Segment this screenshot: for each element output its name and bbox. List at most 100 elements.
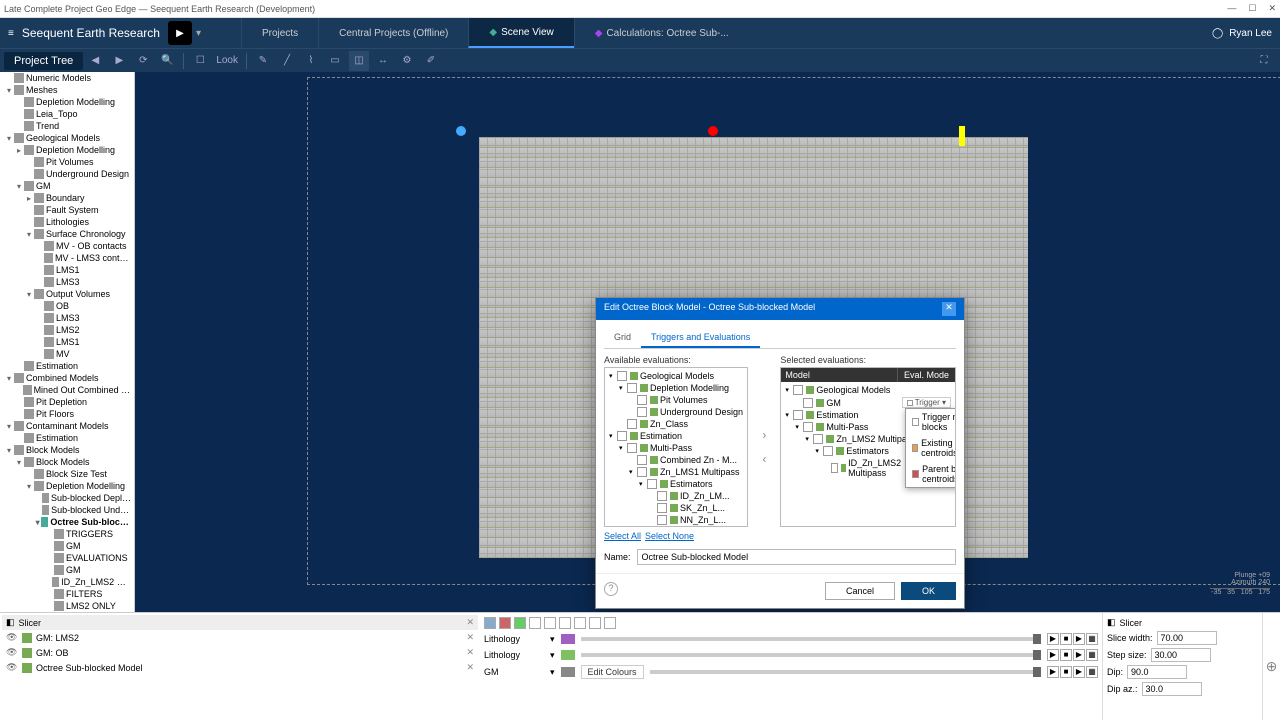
tree-item[interactable]: ▾Geological Models (0, 132, 134, 144)
dd-existing[interactable]: Existing sub-block centroids (906, 435, 956, 461)
mode-6-icon[interactable] (559, 617, 571, 629)
maximize-icon[interactable]: ☐ (1248, 3, 1256, 14)
avail-item[interactable]: ▾Multi-Pass (607, 442, 745, 454)
tree-item[interactable]: ▸Boundary (0, 192, 134, 204)
help-icon[interactable]: ? (604, 582, 618, 596)
tree-item[interactable]: Sub-blocked Undergroun... (0, 504, 134, 516)
tree-item[interactable]: Pit Volumes (0, 156, 134, 168)
select-none-link[interactable]: Select None (645, 531, 694, 541)
tree-item[interactable]: Trend (0, 120, 134, 132)
expand-icon[interactable]: ⛶ (1254, 51, 1274, 71)
opacity-slider[interactable] (581, 637, 1041, 641)
mode-5-icon[interactable] (544, 617, 556, 629)
user-menu[interactable]: ◯ Ryan Lee (1212, 28, 1272, 39)
step-input[interactable] (1151, 648, 1211, 662)
scene-object-row[interactable]: 👁GM: LMS2✕ (2, 630, 478, 645)
line-icon[interactable]: ╱ (277, 51, 297, 71)
tab-central[interactable]: Central Projects (Offline) (318, 18, 468, 48)
avail-item[interactable]: ▾Estimators (607, 478, 745, 490)
tree-item[interactable]: ▸Depletion Modelling (0, 144, 134, 156)
tree-item[interactable]: LMS2 (0, 324, 134, 336)
visibility-icon[interactable]: 👁 (6, 647, 18, 658)
dropdown-icon[interactable]: ▾ (550, 634, 555, 645)
tree-item[interactable]: Sub-blocked Depletion M... (0, 492, 134, 504)
search-icon[interactable]: 🔍 (157, 51, 177, 71)
box-icon[interactable]: ☐ (190, 51, 210, 71)
dropdown-icon[interactable]: ▾ (550, 667, 555, 678)
tab-triggers[interactable]: Triggers and Evaluations (641, 328, 760, 348)
colour-swatch[interactable] (561, 667, 575, 677)
cancel-button[interactable]: Cancel (825, 582, 895, 600)
eval-mode-badge[interactable]: Trigger ▾ (902, 397, 951, 408)
grid-icon[interactable]: ▦ (1086, 633, 1098, 645)
tree-item[interactable]: ▾Block Models (0, 456, 134, 468)
mode-1-icon[interactable] (484, 617, 496, 629)
avail-item[interactable]: Combined Zn - M... (607, 454, 745, 466)
project-tree-toggle[interactable]: Project Tree (4, 52, 83, 70)
avail-item[interactable]: ▾Depletion Modelling (607, 382, 745, 394)
tree-item[interactable]: ▾Output Volumes (0, 288, 134, 300)
axis-blue-handle[interactable] (456, 126, 466, 136)
rect-icon[interactable]: ▭ (325, 51, 345, 71)
avail-item[interactable]: NN_Zn_L... (607, 514, 745, 526)
tree-item[interactable]: LMS3 (0, 276, 134, 288)
tree-item[interactable]: MV - OB contacts (0, 240, 134, 252)
tree-item[interactable]: ▾GM (0, 180, 134, 192)
3d-viewport[interactable]: Plunge +09 Azimuth 240 -35 35 105 175 Ed… (135, 72, 1280, 612)
play-icon[interactable]: ▶ (1047, 633, 1059, 645)
move-left-icon[interactable]: ‹ (756, 452, 772, 468)
tree-item[interactable]: MV (0, 348, 134, 360)
tab-scene-view[interactable]: ◆Scene View (468, 18, 573, 48)
opacity-slider[interactable] (581, 653, 1041, 657)
dropdown-icon[interactable]: ▾ (550, 650, 555, 661)
mode-8-icon[interactable] (589, 617, 601, 629)
tree-item[interactable]: Pit Depletion (0, 396, 134, 408)
tab-calculations[interactable]: ◆Calculations: Octree Sub-... (574, 18, 749, 48)
axis-yellow-handle[interactable] (959, 126, 965, 146)
avail-item[interactable]: ▾Geological Models (607, 370, 745, 382)
next-icon[interactable]: ▶ (1073, 649, 1085, 661)
dd-trigger-new[interactable]: Trigger new sub-blocks (906, 409, 956, 435)
tree-item[interactable]: LMS2 ONLY (0, 600, 134, 612)
tree-item[interactable]: Estimation (0, 360, 134, 372)
next-icon[interactable]: ▶ (1073, 666, 1085, 678)
tree-item[interactable]: ▾Meshes (0, 84, 134, 96)
tree-item[interactable]: GM (0, 564, 134, 576)
close-icon[interactable]: ✕ (1268, 3, 1276, 14)
mode-3-icon[interactable] (514, 617, 526, 629)
remove-icon[interactable]: ✕ (466, 617, 474, 628)
tree-item[interactable]: Numeric Models (0, 72, 134, 84)
avail-item[interactable]: Zn_Class (607, 418, 745, 430)
remove-icon[interactable]: ✕ (466, 662, 474, 673)
avail-item[interactable]: ▾Zn_LMS1 Multipass (607, 466, 745, 478)
select-icon[interactable]: ◫ (349, 51, 369, 71)
axis-red-handle[interactable] (708, 126, 718, 136)
refresh-icon[interactable]: ⟳ (133, 51, 153, 71)
play-icon[interactable]: ▶ (1047, 649, 1059, 661)
tree-item[interactable]: LMS1 (0, 264, 134, 276)
avail-item[interactable]: ▾Estimation (607, 430, 745, 442)
dipaz-input[interactable] (1142, 682, 1202, 696)
add-panel-icon[interactable]: ⊕ (1262, 613, 1280, 720)
avail-item[interactable]: Underground Design (607, 406, 745, 418)
menu-icon[interactable]: ≡ (8, 28, 14, 39)
stop-icon[interactable]: ■ (1060, 649, 1072, 661)
tree-item[interactable]: ▾Block Models (0, 444, 134, 456)
tree-item[interactable]: Pit Floors (0, 408, 134, 420)
avail-item[interactable]: SK_Zn_L... (607, 502, 745, 514)
polyline-icon[interactable]: ⌇ (301, 51, 321, 71)
measure-icon[interactable]: ↔ (373, 51, 393, 71)
tab-grid[interactable]: Grid (604, 328, 641, 348)
tree-item[interactable]: Underground Design (0, 168, 134, 180)
dialog-close-icon[interactable]: ✕ (942, 302, 956, 316)
tree-item[interactable]: LMS1 (0, 336, 134, 348)
scene-object-row[interactable]: 👁Octree Sub-blocked Model✕ (2, 660, 478, 675)
tree-item[interactable]: Estimation (0, 432, 134, 444)
dip-input[interactable] (1127, 665, 1187, 679)
tab-projects[interactable]: Projects (241, 18, 318, 48)
pencil-icon[interactable]: ✐ (421, 51, 441, 71)
edit-colours-button[interactable]: Edit Colours (581, 665, 644, 679)
edit-icon[interactable]: ✎ (253, 51, 273, 71)
tree-item[interactable]: Mined Out Combined Model (0, 384, 134, 396)
minimize-icon[interactable]: — (1227, 3, 1236, 14)
